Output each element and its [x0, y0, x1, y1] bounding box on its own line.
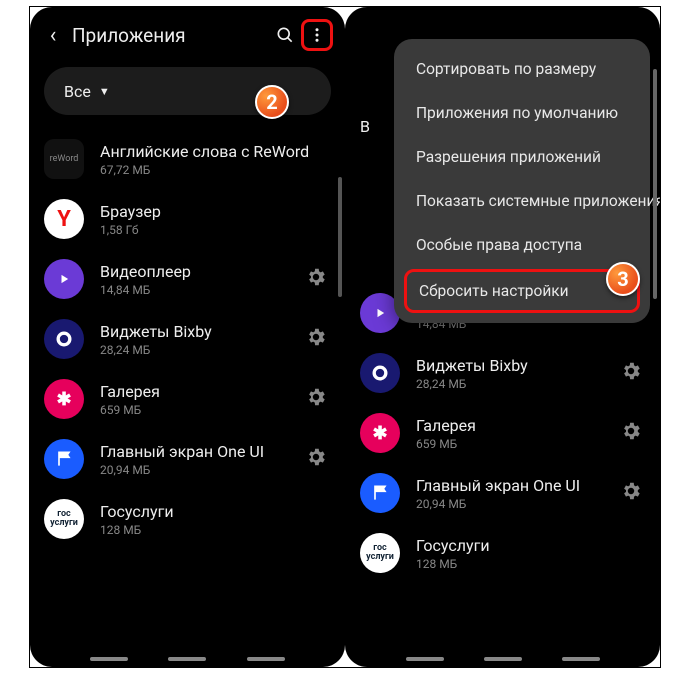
nav-home[interactable] — [168, 657, 206, 661]
app-info: Главный экран One UI 20,94 МБ — [100, 442, 297, 477]
app-info: Виджеты Bixby 28,24 МБ — [100, 322, 297, 357]
menu-reset-settings[interactable]: Сбросить настройки — [404, 269, 640, 313]
app-info: Браузер 1,58 Гб — [100, 202, 331, 237]
app-row[interactable]: Видеоплеер 14,84 МБ — [30, 249, 345, 309]
nav-home[interactable] — [484, 657, 522, 661]
app-size: 14,84 МБ — [100, 283, 297, 297]
app-name: Госуслуги — [416, 536, 646, 555]
app-list-right: Видеоплеер14,84 МБВиджеты Bixby28,24 МБ✱… — [346, 283, 660, 583]
app-info: Виджеты Bixby 28,24 МБ — [416, 356, 612, 391]
app-row[interactable]: госуслугиГосуслуги128 МБ — [30, 489, 345, 549]
gear-icon[interactable] — [305, 386, 331, 412]
app-info: Галерея 659 МБ — [100, 382, 297, 417]
app-size: 28,24 МБ — [100, 343, 297, 357]
gear-icon[interactable] — [305, 446, 331, 472]
app-size: 28,24 МБ — [416, 377, 612, 391]
app-row[interactable]: госуслугиГосуслуги128 МБ — [346, 523, 660, 583]
menu-special-access[interactable]: Особые права доступа — [394, 223, 650, 267]
step-badge-3: 3 — [606, 262, 640, 296]
app-list: reWordАнглийские слова с ReWord67,72 МБY… — [30, 129, 345, 549]
app-name: Английские слова с ReWord — [100, 142, 331, 161]
app-size: 659 МБ — [416, 437, 612, 451]
app-info: Госуслуги 128 МБ — [100, 502, 331, 537]
app-size: 20,94 МБ — [100, 463, 297, 477]
app-row[interactable]: reWordАнглийские слова с ReWord67,72 МБ — [30, 129, 345, 189]
step-badge-2: 2 — [255, 85, 289, 119]
app-name: Госуслуги — [100, 502, 331, 521]
gear-icon[interactable] — [620, 420, 646, 446]
app-row[interactable]: Главный экран One UI 20,94 МБ — [30, 429, 345, 489]
gear-icon[interactable] — [305, 266, 331, 292]
nav-back[interactable] — [247, 657, 285, 661]
nav-recent[interactable] — [406, 657, 444, 661]
app-row[interactable]: Главный экран One UI 20,94 МБ — [346, 463, 660, 523]
app-size: 20,94 МБ — [416, 497, 612, 511]
phone-right: В Видеоплеер14,84 МБВиджеты Bixby28,24 М… — [345, 7, 660, 667]
app-row[interactable]: ✱Галерея659 МБ — [346, 403, 660, 463]
gear-icon[interactable] — [305, 326, 331, 352]
menu-app-permissions[interactable]: Разрешения приложений — [394, 135, 650, 179]
app-info: Главный экран One UI 20,94 МБ — [416, 476, 612, 511]
app-size: 67,72 МБ — [100, 163, 331, 177]
nav-bar — [30, 657, 345, 661]
app-size: 1,58 Гб — [100, 223, 331, 237]
app-header: ‹ Приложения — [30, 7, 345, 63]
app-name: Главный экран One UI — [100, 442, 297, 461]
app-row[interactable]: YБраузер1,58 Гб — [30, 189, 345, 249]
app-row[interactable]: ✱Галерея659 МБ — [30, 369, 345, 429]
menu-sort-by-size[interactable]: Сортировать по размеру — [394, 47, 650, 91]
app-name: Главный экран One UI — [416, 476, 612, 495]
menu-default-apps[interactable]: Приложения по умолчанию — [394, 91, 650, 135]
more-icon[interactable] — [301, 19, 333, 51]
app-name: Виджеты Bixby — [416, 356, 612, 375]
app-size: 128 МБ — [100, 523, 331, 537]
app-size: 659 МБ — [100, 403, 297, 417]
gear-icon[interactable] — [620, 480, 646, 506]
search-icon[interactable] — [269, 19, 301, 51]
nav-recent[interactable] — [90, 657, 128, 661]
app-name: Галерея — [100, 382, 297, 401]
back-icon[interactable]: ‹ — [42, 23, 64, 48]
app-info: Видеоплеер 14,84 МБ — [100, 262, 297, 297]
app-info: Английские слова с ReWord 67,72 МБ — [100, 142, 331, 177]
app-size: 128 МБ — [416, 557, 646, 571]
chevron-down-icon: ▼ — [99, 85, 110, 98]
app-row[interactable]: Виджеты Bixby 28,24 МБ — [346, 343, 660, 403]
nav-back[interactable] — [562, 657, 600, 661]
scrollbar[interactable] — [653, 69, 657, 299]
filter-label: Все — [64, 82, 91, 101]
app-name: Браузер — [100, 202, 331, 221]
filter-peek: В — [360, 117, 370, 136]
app-info: Госуслуги 128 МБ — [416, 536, 646, 571]
gear-icon[interactable] — [620, 360, 646, 386]
nav-bar — [346, 657, 660, 661]
app-name: Галерея — [416, 416, 612, 435]
app-name: Виджеты Bixby — [100, 322, 297, 341]
page-title: Приложения — [72, 24, 269, 47]
phone-left: ‹ Приложения 2 Все ▼ reWordАнглийские сл… — [30, 7, 345, 667]
scrollbar[interactable] — [338, 177, 342, 297]
app-info: Галерея 659 МБ — [416, 416, 612, 451]
app-row[interactable]: Виджеты Bixby 28,24 МБ — [30, 309, 345, 369]
app-name: Видеоплеер — [100, 262, 297, 281]
menu-show-system[interactable]: Показать системные приложения — [394, 179, 650, 223]
